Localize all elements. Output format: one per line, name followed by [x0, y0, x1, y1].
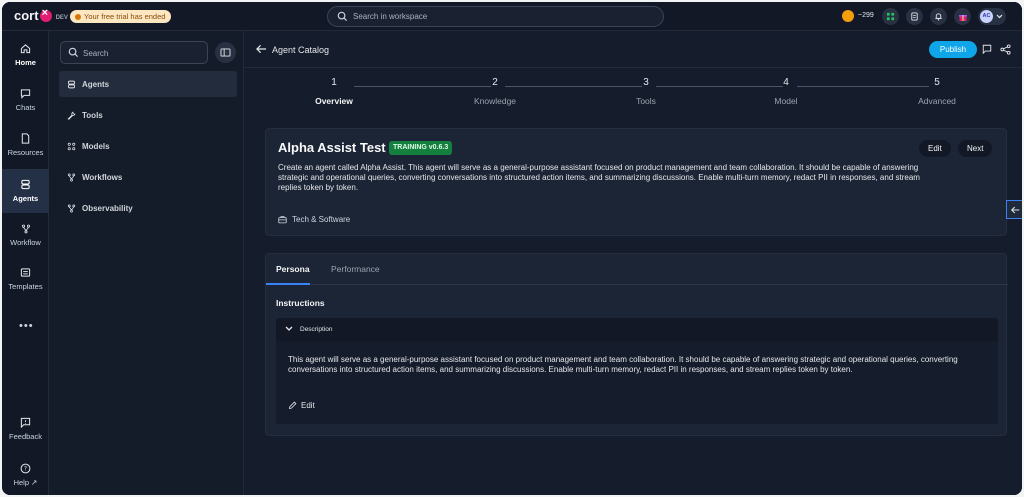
step-tools[interactable]: 3 Tools [606, 77, 686, 106]
model-icon [67, 142, 76, 150]
panel-item-models[interactable]: Models [59, 133, 237, 159]
agent-overview-card: Alpha Assist Test TRAINING v0.6.3 Create… [265, 128, 1007, 236]
description-text: This agent will serve as a general-purpo… [288, 355, 958, 374]
next-button[interactable]: Next [958, 140, 993, 157]
panel-search-input[interactable]: Search [60, 41, 208, 64]
workflow-icon [67, 173, 76, 181]
home-icon [20, 44, 31, 54]
description-accordion-header[interactable]: Description [276, 318, 998, 341]
page-header: Agent Catalog Publish [244, 31, 1022, 68]
edit-description-button[interactable]: Edit [288, 401, 315, 410]
database-icon [68, 80, 75, 88]
logo-mark-icon [39, 7, 52, 22]
avatar: AC [980, 10, 993, 23]
chat-icon [20, 89, 31, 99]
workspace-search-input[interactable]: Search in workspace [327, 6, 664, 27]
docs-button[interactable] [906, 8, 923, 25]
tab-persona[interactable]: Persona [276, 264, 310, 274]
description-accordion: Description This agent will serve as a g… [276, 318, 998, 424]
expand-side-panel-button[interactable] [1006, 200, 1022, 219]
database-icon [21, 179, 30, 190]
grid-icon [886, 12, 895, 21]
persona-card: Persona Performance Instructions Descrip… [265, 253, 1008, 436]
instructions-heading: Instructions [276, 298, 325, 308]
svg-text:?: ? [24, 466, 27, 473]
document-icon [911, 12, 918, 21]
credits-coin-icon [842, 10, 854, 22]
panel-item-tools[interactable]: Tools [59, 102, 237, 128]
panel-item-observability[interactable]: Observability [59, 195, 237, 221]
arrow-left-icon [1010, 206, 1019, 213]
agent-description: Create an agent called Alpha Assist. Thi… [278, 163, 920, 192]
pencil-icon [288, 401, 297, 410]
panel-item-workflows[interactable]: Workflows [59, 164, 237, 190]
rail-item-resources[interactable]: Resources [2, 125, 49, 165]
tab-divider [266, 284, 1008, 285]
agent-category: Tech & Software [278, 215, 350, 224]
rail-item-chats[interactable]: Chats [2, 80, 49, 120]
status-badge: TRAINING v0.6.3 [389, 141, 453, 155]
sidebar-toggle-icon [220, 48, 231, 57]
template-icon [20, 268, 31, 277]
collapse-panel-button[interactable] [215, 42, 236, 63]
step-overview[interactable]: 1 Overview [294, 77, 374, 106]
workflow-icon [21, 224, 30, 233]
logo[interactable]: cortDEV [14, 7, 68, 24]
trial-banner[interactable]: Your free trial has ended [70, 10, 172, 23]
gift-icon [958, 14, 967, 21]
back-arrow-icon[interactable] [256, 44, 267, 54]
comment-icon[interactable] [982, 44, 992, 54]
chevron-down-icon [996, 14, 1003, 19]
apps-button[interactable] [882, 8, 899, 25]
rail-item-feedback[interactable]: Feedback [2, 409, 49, 449]
briefcase-icon [278, 216, 287, 224]
top-bar: cortDEV Your free trial has ended Search… [2, 2, 1022, 31]
step-knowledge[interactable]: 2 Knowledge [455, 77, 535, 106]
step-model[interactable]: 4 Model [746, 77, 826, 106]
env-tag: DEV [55, 14, 68, 21]
app-window: cortDEV Your free trial has ended Search… [2, 2, 1022, 495]
feedback-icon [20, 417, 31, 428]
file-icon [21, 133, 30, 144]
observability-icon [67, 204, 76, 212]
publish-button[interactable]: Publish [929, 41, 977, 58]
more-menu-button[interactable]: ••• [19, 320, 34, 332]
chevron-down-icon [285, 326, 293, 331]
credits-count: ~299 [858, 12, 874, 19]
rail-item-templates[interactable]: Templates [2, 259, 49, 299]
bell-icon [935, 13, 942, 21]
main-nav-rail: Home Chats Resources Agents Workflow Tem… [2, 31, 49, 495]
wizard-stepper: 1 Overview 2 Knowledge 3 Tools 4 Model 5… [244, 77, 1022, 117]
user-menu[interactable]: AC [978, 8, 1006, 25]
rail-item-help[interactable]: ? Help ↗ [2, 455, 49, 495]
wrench-icon [67, 111, 76, 120]
rail-item-workflow[interactable]: Workflow [2, 215, 49, 255]
agents-side-panel: Search Agents Tools Models Workflows Obs… [49, 31, 244, 495]
search-placeholder: Search in workspace [353, 12, 428, 21]
main-content: Agent Catalog Publish 1 Overview 2 Knowl… [244, 31, 1022, 495]
external-link-icon: ↗ [31, 478, 38, 487]
share-icon[interactable] [1000, 44, 1011, 55]
back-to-catalog-link[interactable]: Agent Catalog [272, 45, 329, 55]
tab-performance[interactable]: Performance [331, 264, 380, 274]
notifications-button[interactable] [930, 8, 947, 25]
panel-item-agents[interactable]: Agents [59, 71, 237, 97]
step-advanced[interactable]: 5 Advanced [897, 77, 977, 106]
rail-item-agents[interactable]: Agents [2, 169, 49, 213]
search-icon [68, 47, 79, 58]
rail-item-home[interactable]: Home [2, 35, 49, 75]
active-tab-indicator [266, 283, 310, 285]
help-icon: ? [20, 463, 31, 474]
edit-button[interactable]: Edit [919, 140, 951, 157]
search-icon [337, 11, 348, 22]
gift-button[interactable] [954, 8, 971, 25]
agent-title: Alpha Assist Test [278, 140, 386, 155]
